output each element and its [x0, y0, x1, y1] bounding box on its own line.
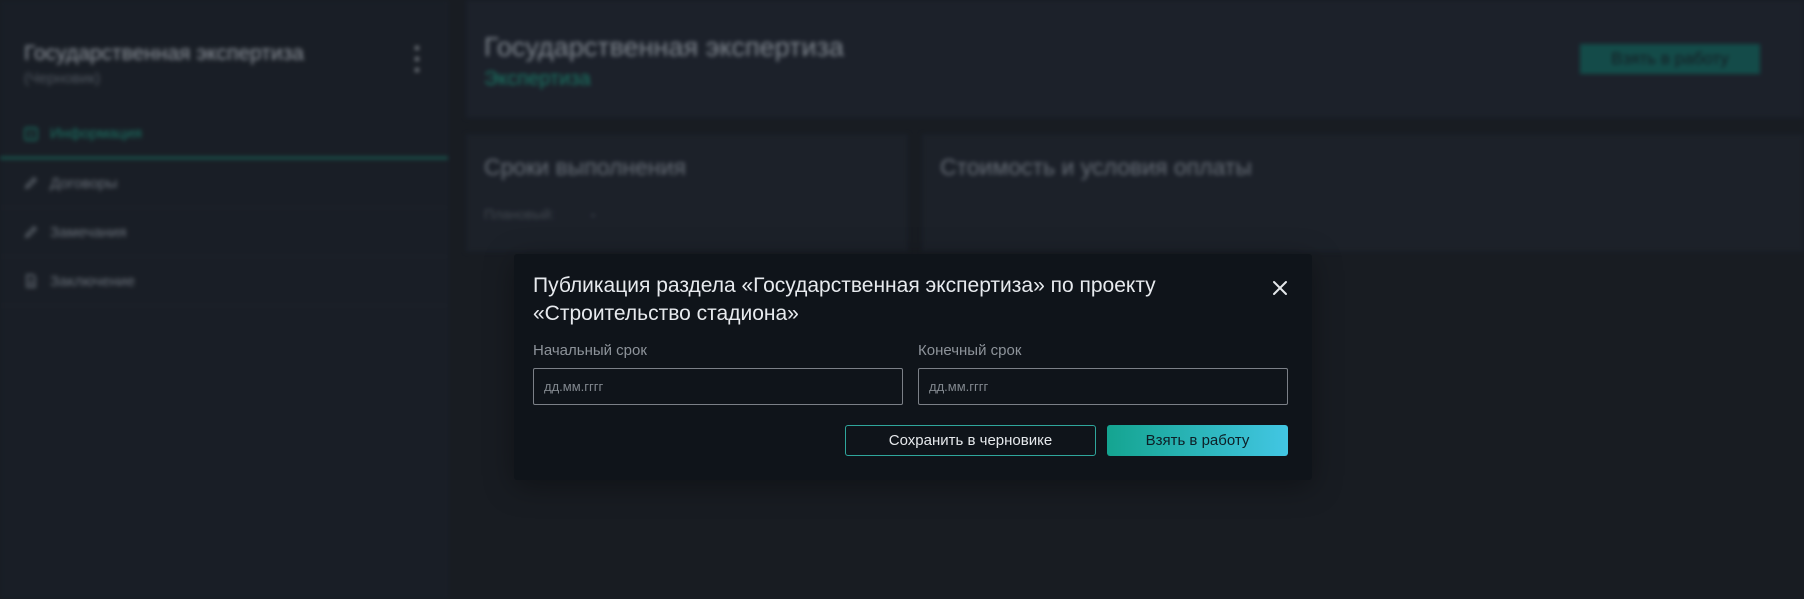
start-date-field: Начальный срок	[533, 342, 903, 405]
start-date-input[interactable]	[533, 368, 903, 405]
take-to-work-dialog-button[interactable]: Взять в работу	[1107, 425, 1288, 456]
end-date-label: Конечный срок	[918, 342, 1022, 359]
close-icon[interactable]	[1268, 276, 1292, 300]
save-draft-button[interactable]: Сохранить в черновике	[845, 425, 1096, 456]
dialog-title: Публикация раздела «Государственная эксп…	[533, 274, 1156, 325]
start-date-label: Начальный срок	[533, 342, 647, 359]
end-date-input[interactable]	[918, 368, 1288, 405]
end-date-field: Конечный срок	[918, 342, 1288, 405]
publish-dialog: Публикация раздела «Государственная эксп…	[514, 254, 1312, 480]
